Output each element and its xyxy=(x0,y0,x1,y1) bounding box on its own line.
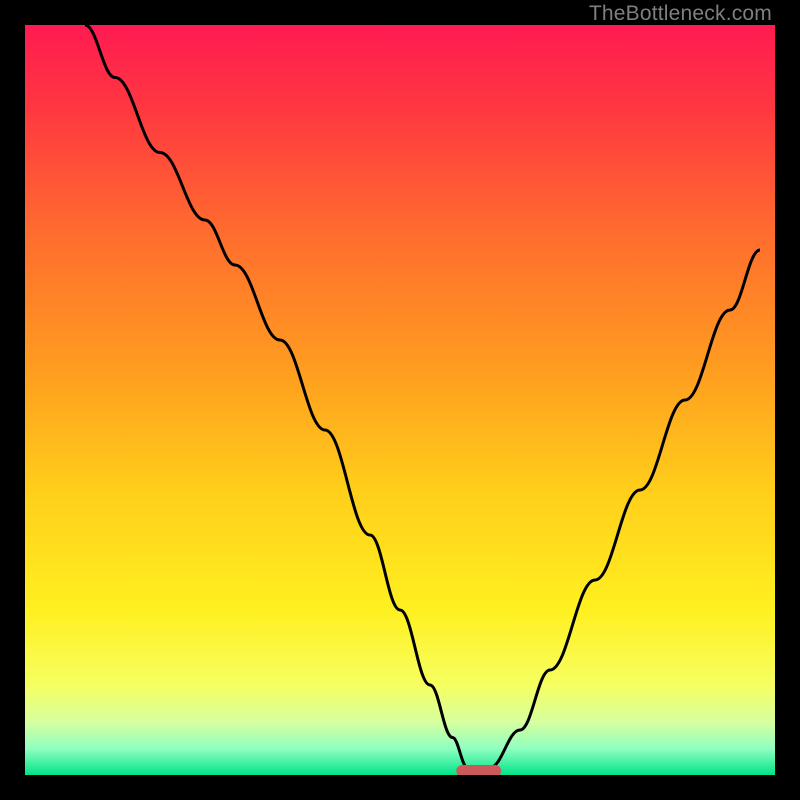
chart-frame xyxy=(25,25,775,775)
gradient-background xyxy=(25,25,775,775)
optimum-marker xyxy=(456,765,501,775)
bottleneck-chart xyxy=(25,25,775,775)
watermark-text: TheBottleneck.com xyxy=(589,2,772,26)
